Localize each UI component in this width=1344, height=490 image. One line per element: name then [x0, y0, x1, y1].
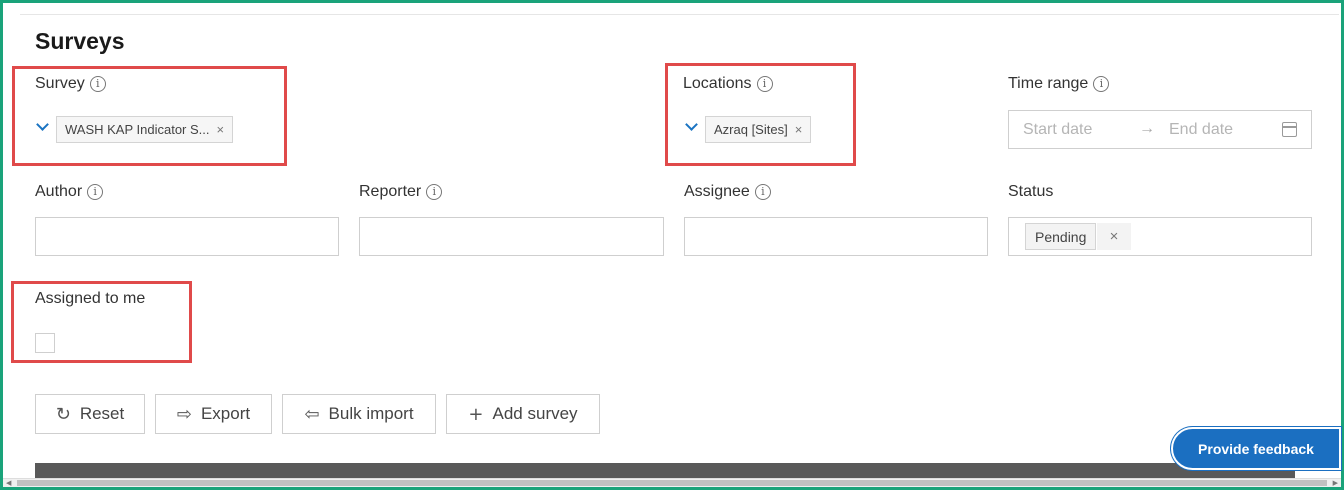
status-tag-close-icon[interactable]: ×: [1097, 223, 1131, 250]
page-title: Surveys: [35, 28, 125, 54]
info-icon[interactable]: i: [87, 184, 104, 200]
assignee-input[interactable]: [684, 217, 988, 256]
reset-button-label: Reset: [79, 404, 125, 423]
bulk-import-button[interactable]: ⇦ Bulk import: [282, 394, 436, 434]
scrollbar-thumb[interactable]: [17, 480, 1327, 486]
time-range-label: Time range i: [1008, 75, 1110, 93]
info-icon[interactable]: i: [754, 184, 771, 200]
table-header: [35, 463, 1295, 479]
status-tag: Pending: [1025, 223, 1097, 250]
reporter-input[interactable]: [359, 217, 664, 256]
status-label-text: Status: [1008, 183, 1054, 200]
provide-feedback-button[interactable]: Provide feedback: [1171, 427, 1341, 470]
end-date-input[interactable]: End date: [1169, 121, 1233, 139]
plus-icon: +: [468, 403, 484, 425]
export-button-label: Export: [200, 404, 251, 423]
status-label: Status: [1008, 183, 1053, 201]
info-icon[interactable]: i: [426, 184, 443, 200]
reporter-label-text: Reporter: [359, 183, 422, 200]
highlight-box-assigned: [11, 281, 192, 363]
highlight-box-survey: [12, 66, 287, 166]
info-icon[interactable]: i: [1093, 76, 1110, 92]
add-survey-button[interactable]: + Add survey: [446, 394, 600, 434]
export-button[interactable]: ⇨ Export: [155, 394, 272, 434]
add-survey-button-label: Add survey: [492, 404, 578, 423]
import-icon: ⇦: [304, 403, 320, 425]
bulk-import-button-label: Bulk import: [328, 404, 414, 423]
assignee-label-text: Assignee: [684, 183, 750, 200]
horizontal-scrollbar[interactable]: ◀ ▶: [3, 478, 1341, 487]
highlight-box-locations: [665, 63, 856, 166]
author-label-text: Author: [35, 183, 83, 200]
reset-button[interactable]: ↻ Reset: [35, 394, 145, 434]
calendar-icon[interactable]: [1282, 122, 1297, 137]
scroll-right-icon[interactable]: ▶: [1333, 479, 1338, 487]
start-date-input[interactable]: Start date: [1023, 121, 1092, 139]
scroll-left-icon[interactable]: ◀: [6, 479, 11, 487]
reporter-label: Reporter i: [359, 183, 443, 201]
refresh-icon: ↻: [55, 403, 71, 425]
author-label: Author i: [35, 183, 104, 201]
author-input[interactable]: [35, 217, 339, 256]
top-divider: [20, 14, 1339, 15]
export-icon: ⇨: [176, 403, 192, 425]
time-range-label-text: Time range: [1008, 75, 1089, 92]
status-select[interactable]: Pending ×: [1008, 217, 1312, 256]
assignee-label: Assignee i: [684, 183, 771, 201]
time-range-picker[interactable]: Start date → End date: [1008, 110, 1312, 149]
arrow-right-icon: →: [1139, 120, 1155, 137]
